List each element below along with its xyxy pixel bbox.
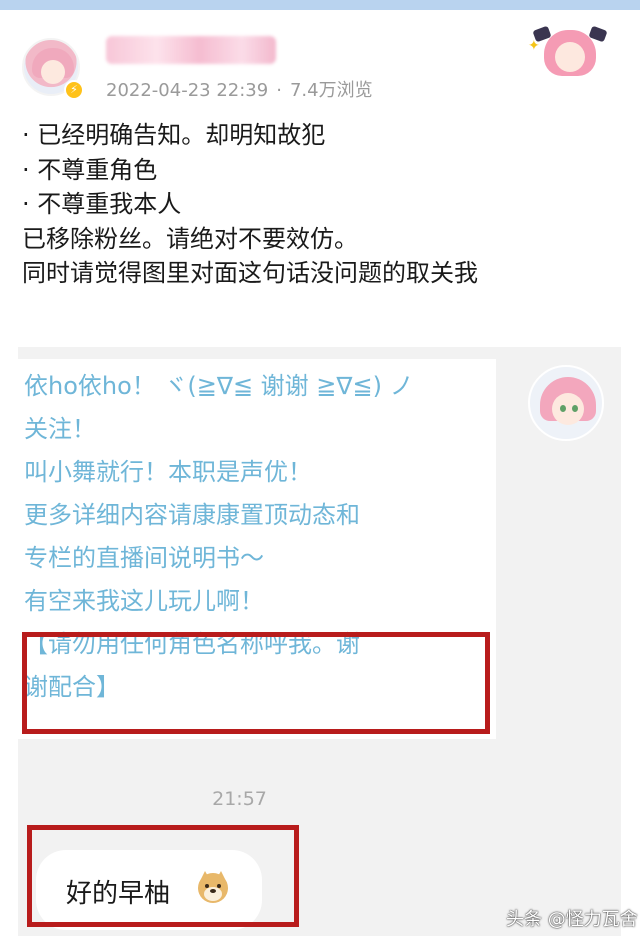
post-body: · 已经明确告知。却明知故犯 · 不尊重角色 · 不尊重我本人 已移除粉丝。请绝… <box>22 118 622 291</box>
highlight-box-reply <box>27 825 299 927</box>
message-line: 专栏的直播间说明书～ <box>24 544 264 572</box>
post-line: · 不尊重角色 <box>22 155 158 184</box>
message-line: 有空来我这儿玩儿啊！ <box>24 587 264 615</box>
message-line: 关注！ <box>24 415 96 443</box>
post-line: · 不尊重我本人 <box>22 190 182 218</box>
view-count: 7.4万浏览 <box>289 80 373 101</box>
anime-girl-sticker-icon: ✦ <box>528 24 612 82</box>
watermark: 头条 @怪力瓦舍 <box>506 909 638 930</box>
lightning-badge-icon: ⚡ <box>64 80 84 100</box>
top-strip <box>0 0 640 10</box>
message-line: 更多详细内容请康康置顶动态和 <box>24 501 360 529</box>
post-date: 2022-04-23 22:39 <box>106 80 269 101</box>
post-line: · 已经明确告知。却明知故犯 <box>22 121 326 149</box>
chat-screenshot: 依ho依ho！ ヾ(≧∇≦ 谢谢 ≧∇≦) ノ 关注！ 叫小舞就行！本职是声优！… <box>18 347 621 936</box>
chat-partner-avatar <box>528 365 604 441</box>
meta-separator: · <box>276 80 282 101</box>
post-line: 已移除粉丝。请绝对不要效仿。 <box>22 224 358 253</box>
author-name-blurred[interactable] <box>106 36 276 64</box>
highlight-box-request <box>22 632 490 734</box>
post-line: 同时请觉得图里对面这句话没问题的取关我 <box>22 259 478 287</box>
post-meta: 2022-04-23 22:39 · 7.4万浏览 <box>106 76 373 102</box>
chat-timestamp: 21:57 <box>212 788 267 810</box>
message-line: 叫小舞就行！本职是声优！ <box>24 458 312 486</box>
message-line: 依ho依ho！ ヾ(≧∇≦ 谢谢 ≧∇≦) ノ <box>24 372 414 400</box>
